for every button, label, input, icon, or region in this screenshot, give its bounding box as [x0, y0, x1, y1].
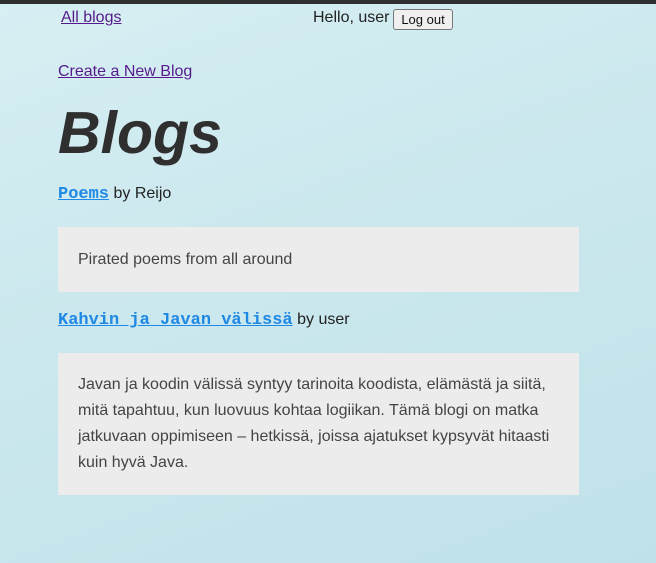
user-greeting: Hello, user	[313, 9, 390, 26]
page-title: Blogs	[58, 100, 222, 166]
logout-button[interactable]: Log out	[393, 9, 453, 30]
blog-author: by user	[297, 311, 350, 328]
blog-title-link[interactable]: Kahvin ja Javan välissä	[58, 311, 293, 330]
blog-entry-heading: Kahvin ja Javan välissä by user	[58, 311, 350, 330]
blog-title-link[interactable]: Poems	[58, 185, 109, 204]
window-top-border	[0, 0, 656, 4]
blog-author: by Reijo	[113, 185, 172, 202]
blog-description: Javan ja koodin välissä syntyy tarinoita…	[58, 353, 579, 495]
create-blog-link[interactable]: Create a New Blog	[58, 63, 192, 81]
blog-description: Pirated poems from all around	[58, 227, 579, 292]
blog-entry-heading: Poems by Reijo	[58, 185, 171, 204]
all-blogs-link[interactable]: All blogs	[61, 9, 121, 27]
